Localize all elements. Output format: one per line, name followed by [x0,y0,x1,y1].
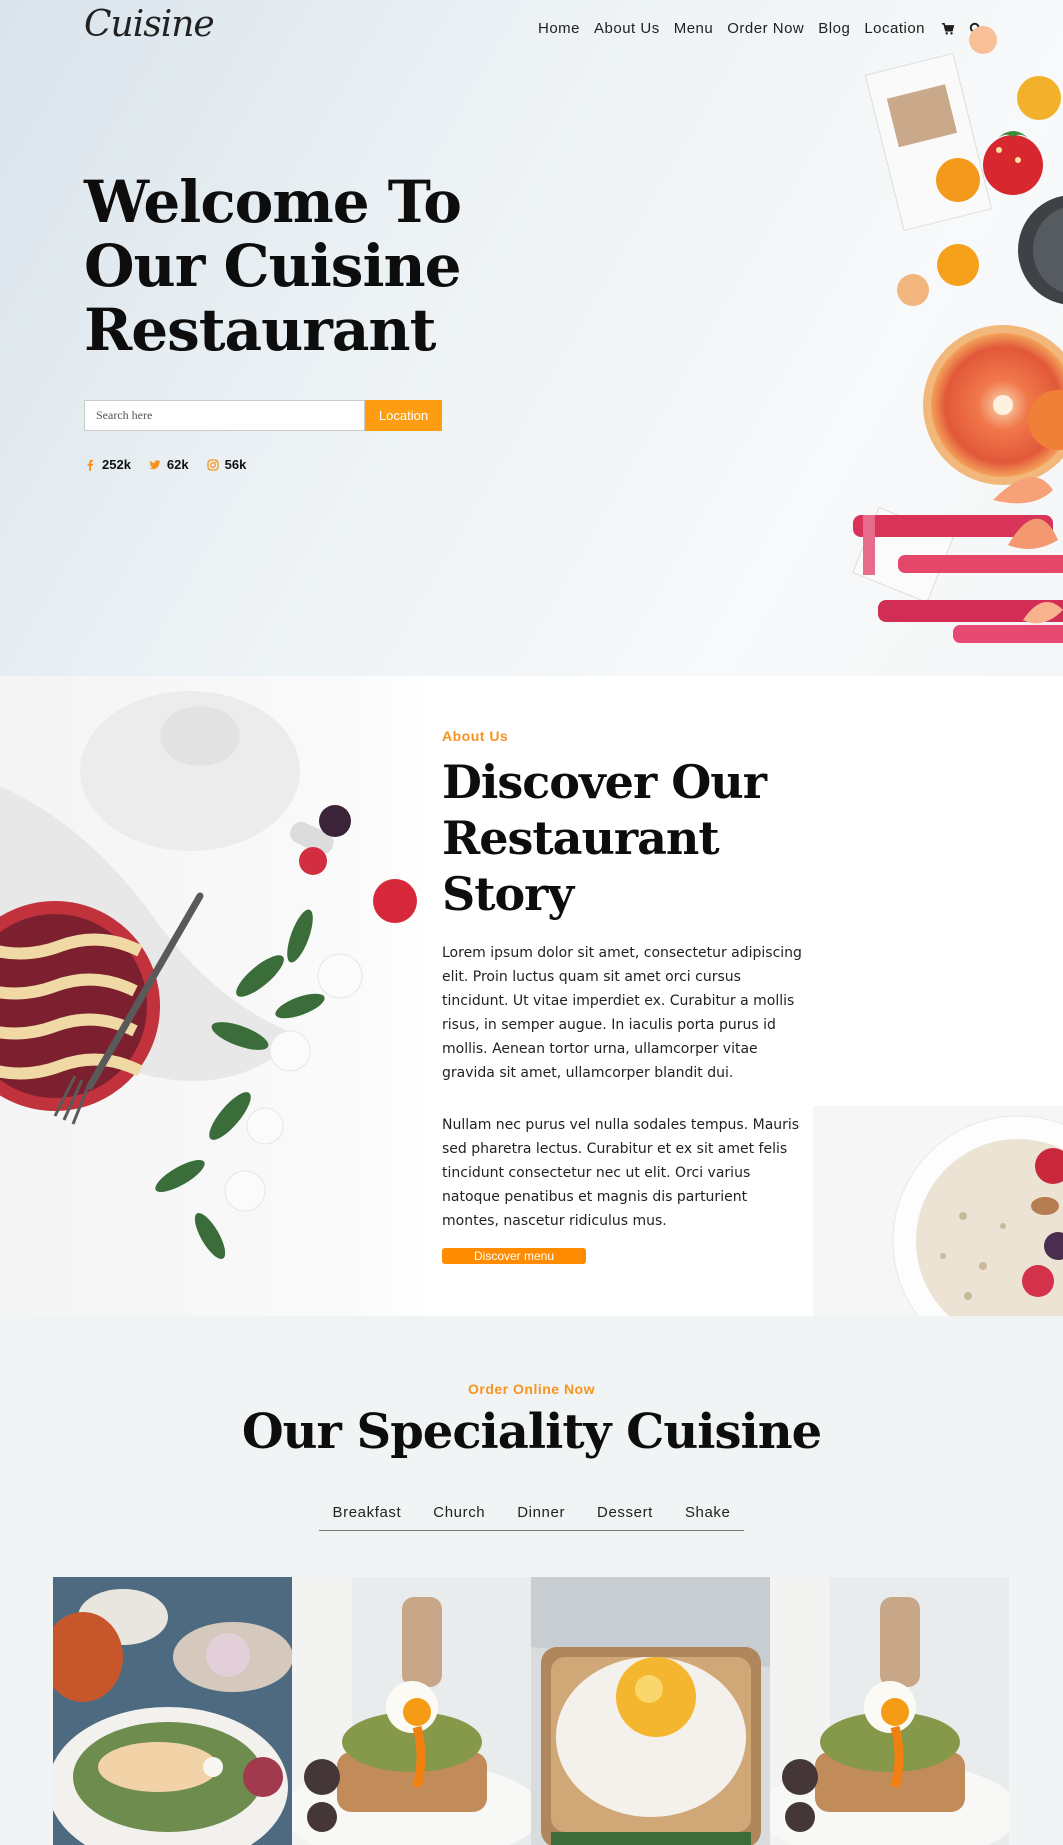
social-counts: 252k 62k 56k [84,457,264,472]
twitter-icon [149,459,161,469]
tab-dessert[interactable]: Dessert [597,1504,653,1530]
social-twitter[interactable]: 62k [149,457,189,472]
fried-egg-image [531,1577,770,1845]
about-paragraph-2: Nullam nec purus vel nulla sodales tempu… [442,1117,800,1229]
instagram-icon [206,458,219,471]
dish-card[interactable] [292,1577,531,1845]
egg-toast-image [770,1577,1009,1845]
instagram-count: 56k [224,457,247,472]
discover-menu-button[interactable]: Discover menu [442,1248,586,1264]
nav-home[interactable]: Home [538,20,580,37]
breakfast-bowl-image [53,1577,292,1845]
about-section: About Us Discover Our Restaurant Story L… [0,676,1063,1316]
location-button[interactable]: Location [365,400,442,431]
about-paragraph-1: Lorem ipsum dolor sit amet, consectetur … [442,945,802,1081]
about-eyebrow: About Us [442,728,509,744]
nav-menu[interactable]: Menu [674,20,714,37]
dish-card[interactable] [770,1577,1009,1845]
tab-breakfast[interactable]: Breakfast [333,1504,402,1530]
social-instagram[interactable]: 56k [206,457,247,472]
nav-about-us[interactable]: About Us [594,20,660,37]
hero-food-image [852,26,1063,643]
site-logo[interactable]: Cuisine [84,4,215,45]
menu-tabs: Breakfast Church Dinner Dessert Shake [319,1504,744,1531]
egg-toast-image [292,1577,531,1845]
about-title: Discover Our Restaurant Story [442,755,767,921]
tab-dinner[interactable]: Dinner [517,1504,565,1530]
dish-card[interactable] [53,1577,292,1845]
dish-card[interactable] [531,1577,770,1845]
oatmeal-bowl-image [813,1106,1063,1316]
speciality-section: Order Online Now Our Speciality Cuisine … [0,1316,1063,1845]
facebook-icon [87,459,93,471]
twitter-count: 62k [166,457,189,472]
tab-shake[interactable]: Shake [685,1504,731,1530]
pie-table-image [0,676,430,1316]
hero-section: Cuisine Home About Us Menu Order Now Blo… [0,0,1063,676]
facebook-count: 252k [102,457,131,472]
nav-order-now[interactable]: Order Now [727,20,804,37]
hero-title: Welcome To Our Cuisine Restaurant [84,168,462,364]
speciality-eyebrow: Order Online Now [467,1381,595,1397]
search-input[interactable] [84,400,365,431]
dish-gallery [53,1577,1009,1845]
speciality-title: Our Speciality Cuisine [241,1404,822,1460]
tab-church[interactable]: Church [433,1504,485,1530]
hero-search: Location [84,400,442,431]
social-facebook[interactable]: 252k [84,457,131,472]
